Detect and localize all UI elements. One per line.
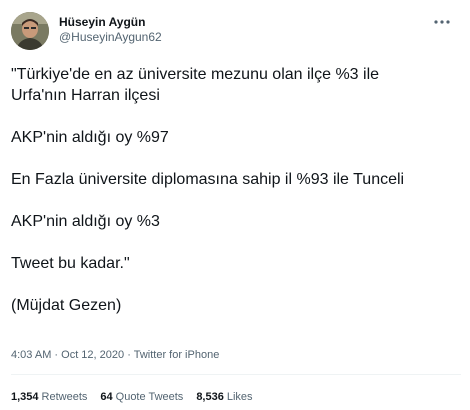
more-options-button[interactable] — [430, 14, 454, 30]
likes-stat[interactable]: 8,536 Likes — [196, 390, 252, 404]
retweets-label: Retweets — [41, 391, 88, 403]
tweet-text: "Türkiye'de en az üniversite mezunu olan… — [11, 66, 405, 314]
avatar-photo-icon — [11, 12, 49, 50]
tweet-stats: 1,354 Retweets 64 Quote Tweets 8,536 Lik… — [11, 390, 253, 404]
divider — [11, 374, 461, 375]
likes-label: Likes — [226, 391, 253, 403]
display-name[interactable]: Hüseyin Aygün — [59, 15, 162, 29]
tweet-date[interactable]: Oct 12, 2020 — [61, 349, 124, 361]
meta-separator: · — [124, 349, 134, 361]
tweet-meta: 4:03 AM · Oct 12, 2020 · Twitter for iPh… — [11, 348, 219, 362]
user-names: Hüseyin Aygün @HuseyinAygun62 — [59, 15, 162, 45]
likes-count: 8,536 — [196, 391, 224, 403]
retweets-count: 1,354 — [11, 391, 39, 403]
tweet-header: Hüseyin Aygün @HuseyinAygun62 — [11, 12, 460, 52]
retweets-stat[interactable]: 1,354 Retweets — [11, 390, 87, 404]
quote-tweets-label: Quote Tweets — [115, 391, 184, 403]
user-handle[interactable]: @HuseyinAygun62 — [59, 29, 162, 45]
tweet-time[interactable]: 4:03 AM — [11, 349, 51, 361]
more-horizontal-icon — [434, 20, 450, 24]
tweet-source[interactable]: Twitter for iPhone — [134, 349, 220, 361]
tweet-card: Hüseyin Aygün @HuseyinAygun62 "Türkiye'd… — [0, 0, 470, 410]
avatar[interactable] — [11, 12, 49, 50]
meta-separator: · — [51, 349, 62, 361]
quote-tweets-count: 64 — [100, 391, 113, 403]
quote-tweets-stat[interactable]: 64 Quote Tweets — [100, 390, 183, 404]
